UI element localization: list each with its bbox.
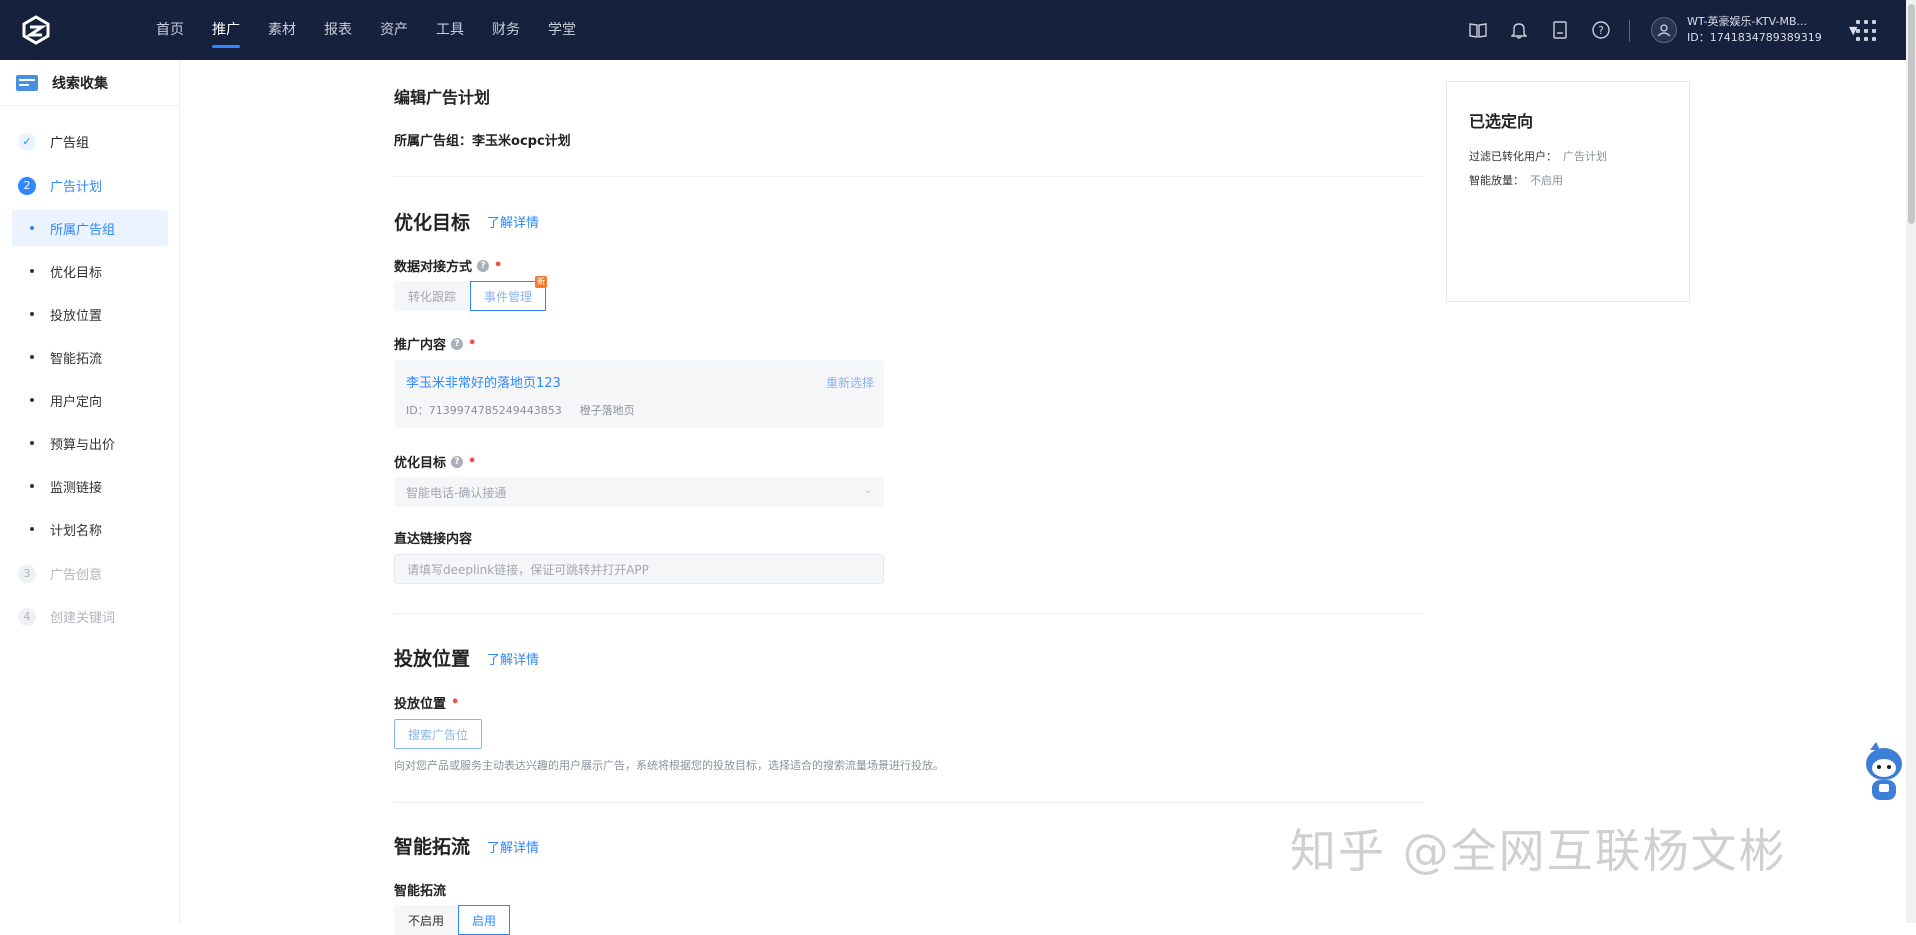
check-icon: ✓ [18,132,36,151]
step-label: 广告组 [50,136,90,151]
svg-text:?: ? [1598,24,1604,37]
step-ad-plan[interactable]: 2 广告计划 [18,176,102,195]
new-badge: 新 [535,276,548,288]
avatar[interactable] [1651,17,1677,43]
nav-home[interactable]: 首页 [156,0,184,60]
card-title: 已选定向 [1469,112,1534,131]
promotion-content-card: 李玉米非常好的落地页123 ID：7139974785249443853 橙子落地… [394,360,884,428]
section-title-placement: 投放位置 [394,648,471,670]
learn-more-link[interactable]: 了解详情 [487,837,539,856]
step-label: 广告计划 [50,180,103,195]
data-method-selector: 转化跟踪 事件管理 新 [394,276,548,311]
step-ad-creative[interactable]: 3 广告创意 [18,564,102,583]
account-name: WT-英豪娱乐-KTV-MB... [1687,15,1807,28]
adgroup-value: 李玉米ocpc计划 [472,134,571,149]
sidebar: 线索收集 ✓ 广告组 2 广告计划 所属广告组 优化目标 投放位置 智能拓流 用… [0,60,180,923]
option-conversion-tracking[interactable]: 转化跟踪 [394,281,471,311]
sidebar-item-budget[interactable]: 预算与出价 [12,425,168,461]
form-icon [16,74,38,91]
learn-more-link[interactable]: 了解详情 [487,649,539,668]
account-info: WT-英豪娱乐-KTV-MB... ID：1741834789389319 [1687,14,1847,46]
step-keywords[interactable]: 4 创建关键词 [18,607,115,626]
watermark: 知乎 @全网互联杨文彬 [1290,824,1787,878]
adgroup-label: 所属广告组： [394,134,473,149]
top-divider [1629,20,1630,42]
step-ad-group[interactable]: ✓ 广告组 [18,132,89,151]
user-icon [1657,24,1671,37]
chevron-down-icon: ⌄ [863,485,872,496]
help-icon[interactable]: ? [477,259,490,272]
sidebar-item-smart-expansion[interactable]: 智能拓流 [12,339,168,375]
page-title: 编辑广告计划 [394,88,491,107]
apps-grid-icon[interactable] [1856,20,1878,42]
step-label: 广告创意 [50,568,103,583]
divider [394,802,1424,803]
placement-label: 投放位置 • [394,695,460,712]
content-id: ID：7139974785249443853 [406,404,562,417]
sidebar-item-targeting[interactable]: 用户定向 [12,382,168,418]
help-icon[interactable]: ? [1589,18,1613,42]
deeplink-input[interactable]: 请填写deeplink链接，保证可跳转并打开APP [394,554,884,584]
brand-logo[interactable] [20,14,52,46]
data-method-label: 数据对接方式? • [394,258,503,275]
document-icon[interactable] [1548,18,1572,42]
assistant-mascot-icon[interactable] [1862,738,1906,808]
smart-expansion-label: 智能拓流 [394,884,447,899]
nav-assets[interactable]: 资产 [380,0,408,60]
content-meta: ID：7139974785249443853 橙子落地页 [406,402,653,418]
divider [394,613,1424,614]
step-label: 创建关键词 [50,611,116,626]
sidebar-item-optimize-goal[interactable]: 优化目标 [12,253,168,289]
content-title[interactable]: 李玉米非常好的落地页123 [406,372,561,391]
top-navigation-bar: 首页 推广 素材 报表 资产 工具 财务 学堂 ? WT-英豪娱乐-KTV-MB… [0,0,1906,60]
option-event-management[interactable]: 事件管理 新 [470,276,548,311]
help-icon[interactable]: ? [451,337,464,350]
content-type: 橙子落地页 [579,404,635,417]
book-icon[interactable] [1466,18,1490,42]
sidebar-header: 线索收集 [0,60,179,106]
selected-targeting-card: 已选定向 过滤已转化用户： 广告计划 智能放量： 不启用 [1446,81,1690,302]
placement-hint: 向对您产品或服务主动表达兴趣的用户展示广告，系统将根据您的投放目标，选择适合的搜… [394,759,944,772]
nav-finance[interactable]: 财务 [492,0,520,60]
smart-expansion-toggle: 不启用 启用 [394,905,511,935]
nav-promotion[interactable]: 推广 [212,0,240,60]
top-actions: ? [1466,18,1630,42]
nav-academy[interactable]: 学堂 [548,0,576,60]
help-icon[interactable]: ? [451,455,464,468]
optimize-goal-select[interactable]: 智能电话-确认接通 ⌄ [394,477,884,507]
divider [394,176,1424,177]
content-label: 推广内容? • [394,336,477,353]
step-number: 4 [18,607,36,626]
scrollbar-thumb[interactable] [1908,4,1915,224]
learn-more-link[interactable]: 了解详情 [487,212,539,231]
main-nav: 首页 推广 素材 报表 资产 工具 财务 学堂 [156,0,604,60]
sidebar-item-ad-group[interactable]: 所属广告组 [12,210,168,246]
deeplink-label: 直达链接内容 [394,532,473,547]
account-menu[interactable]: WT-英豪娱乐-KTV-MB... ID：1741834789389319 ▼ [1651,14,1857,46]
sidebar-item-tracking[interactable]: 监测链接 [12,468,168,504]
nav-tools[interactable]: 工具 [436,0,464,60]
option-disable[interactable]: 不启用 [394,905,459,935]
section-title-optimize: 优化目标 [394,212,471,234]
section-title-smart-expansion: 智能拓流 [394,836,471,858]
step-number: 2 [18,176,36,195]
targeting-row: 智能放量： 不启用 [1469,174,1563,187]
reselect-button[interactable]: 重新选择 [826,374,874,391]
bell-icon[interactable] [1507,18,1531,42]
sidebar-item-placement[interactable]: 投放位置 [12,296,168,332]
nav-material[interactable]: 素材 [268,0,296,60]
adgroup-info: 所属广告组：李玉米ocpc计划 [394,130,571,149]
account-id: ID：1741834789389319 [1687,31,1822,44]
option-enable[interactable]: 启用 [458,905,511,935]
sidebar-title: 线索收集 [52,75,108,92]
sidebar-item-plan-name[interactable]: 计划名称 [12,511,168,547]
search-placement-button[interactable]: 搜索广告位 [394,719,483,749]
step-number: 3 [18,564,36,583]
nav-report[interactable]: 报表 [324,0,352,60]
goal-label: 优化目标? • [394,454,477,471]
targeting-row: 过滤已转化用户： 广告计划 [1469,150,1607,163]
